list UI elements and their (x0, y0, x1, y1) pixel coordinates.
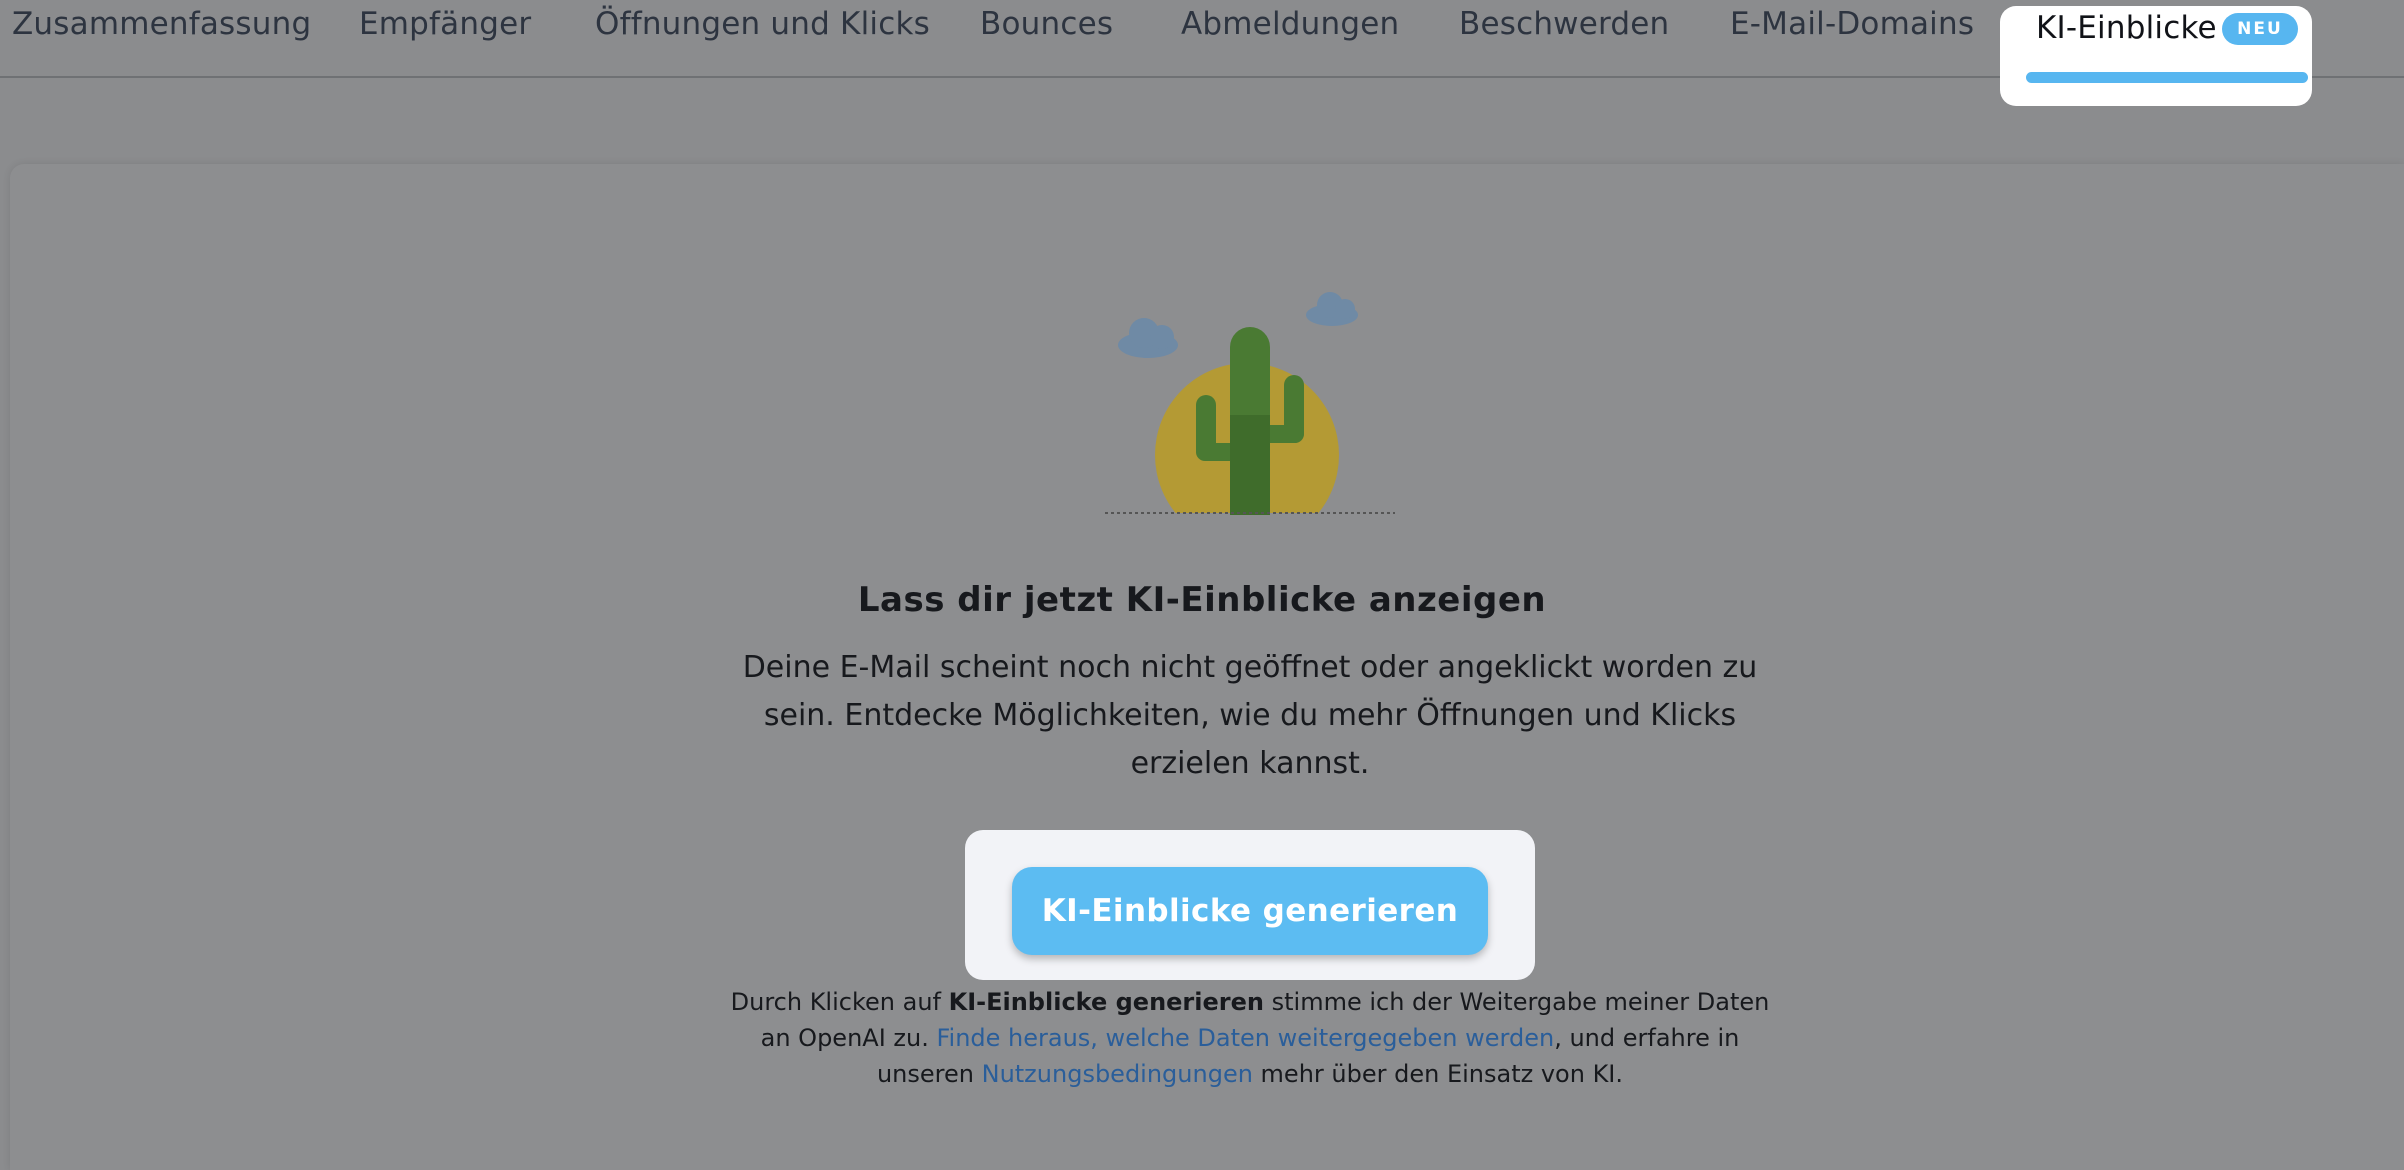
consent-text: Durch Klicken auf (730, 988, 949, 1016)
consent-button-reference: KI-Einblicke generieren (948, 988, 1264, 1016)
tab-oeffnungen-und-klicks[interactable]: Öffnungen und Klicks (595, 6, 930, 42)
cloud-icon (1306, 292, 1358, 326)
tab-ki-einblicke-label: KI-Einblicke (2036, 10, 2217, 46)
tab-bounces[interactable]: Bounces (980, 6, 1113, 42)
generate-insights-button[interactable]: KI-Einblicke generieren (1012, 867, 1488, 955)
tab-abmeldungen[interactable]: Abmeldungen (1181, 6, 1399, 42)
shared-data-link[interactable]: Finde heraus, welche Daten weitergegeben… (936, 1024, 1554, 1052)
empty-state-description: Deine E-Mail scheint noch nicht geöffnet… (742, 650, 1758, 781)
cactus-desert-icon (1105, 292, 1395, 515)
report-tab-bar: Zusammenfassung Empfänger Öffnungen und … (0, 0, 2404, 106)
tab-empfaenger[interactable]: Empfänger (359, 6, 531, 42)
cloud-icon (1118, 318, 1178, 358)
consent-text: mehr über den Einsatz von KI. (1252, 1060, 1624, 1088)
ai-consent-notice: Durch Klicken auf KI-Einblicke generiere… (720, 984, 1780, 1092)
terms-of-use-link[interactable]: Nutzungsbedingungen (982, 1060, 1253, 1088)
empty-state-headline: Lass dir jetzt KI-Einblicke anzeigen (857, 580, 1547, 620)
tab-ki-einblicke[interactable]: KI-Einblicke NEU (2000, 6, 2312, 106)
tab-beschwerden[interactable]: Beschwerden (1459, 6, 1669, 42)
tab-e-mail-domains[interactable]: E-Mail-Domains (1730, 6, 1974, 42)
new-badge: NEU (2222, 13, 2298, 45)
active-tab-indicator (2026, 72, 2308, 83)
tab-zusammenfassung[interactable]: Zusammenfassung (12, 6, 311, 42)
button-highlight: KI-Einblicke generieren (965, 830, 1535, 980)
